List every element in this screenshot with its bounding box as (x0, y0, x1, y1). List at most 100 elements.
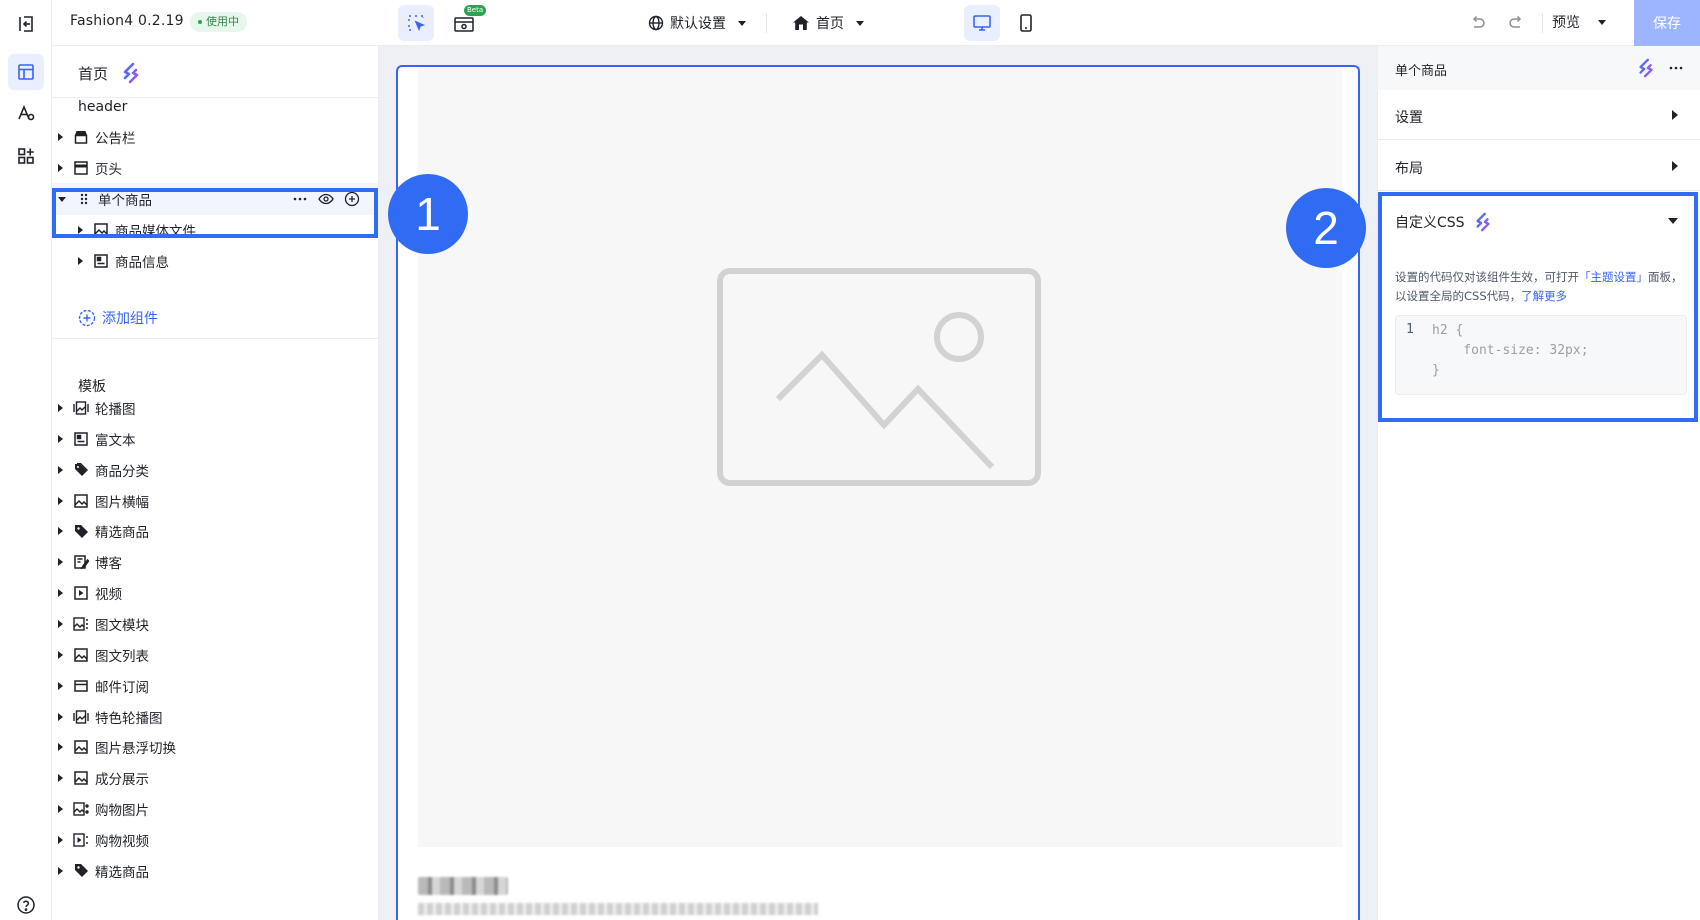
tree-item-template[interactable]: 图文列表 (52, 639, 378, 671)
tree-item-template[interactable]: 富文本 (52, 423, 378, 455)
apps-icon[interactable] (8, 138, 44, 174)
ai-sparkle-icon[interactable] (1636, 58, 1656, 78)
chevron-right-icon[interactable] (58, 434, 63, 443)
tree-item-template[interactable]: 精选商品 (52, 515, 378, 547)
chevron-right-icon[interactable] (78, 257, 83, 265)
chevron-right-icon[interactable] (58, 743, 63, 752)
preview-beta-icon[interactable]: Beta (446, 5, 487, 41)
tree-item-template[interactable]: 商品分类 (52, 454, 378, 486)
layout-icon[interactable] (8, 54, 44, 90)
header-layout-icon (73, 160, 89, 176)
custom-css-header[interactable]: 自定义CSS (1395, 212, 1493, 232)
chevron-right-icon[interactable] (58, 866, 63, 875)
tree-item-template[interactable]: 图片悬浮切换 (52, 731, 378, 763)
language-select[interactable]: 默认设置 (648, 12, 746, 34)
tree-item-template[interactable]: 图片横幅 (52, 485, 378, 517)
tree-item-template[interactable]: 邮件订阅 (52, 670, 378, 702)
tree-item-label: 页头 (95, 162, 122, 178)
tree-item-template[interactable]: 视频 (52, 577, 378, 609)
panel-header: 首页 (52, 46, 378, 98)
chevron-right-icon[interactable] (58, 496, 63, 505)
tree-item-product-media[interactable]: 商品媒体文件 (52, 214, 378, 246)
layout-section[interactable]: 布局 (1378, 141, 1700, 191)
custom-css-description: 设置的代码仅对该组件生效，可打开「主题设置」面板，以设置全局的CSS代码，了解更… (1395, 268, 1685, 306)
top-bar: Fashion4 0.2.19 使用中 Beta 默认设置 首页 预览 保存 (52, 0, 1700, 46)
theme-style-icon[interactable] (8, 95, 44, 131)
exit-icon[interactable] (8, 6, 44, 42)
chevron-right-icon[interactable] (58, 465, 63, 474)
tree-item-label: 购物图片 (95, 803, 149, 820)
page-title: 首页 (78, 65, 109, 83)
learn-more-link[interactable]: 了解更多 (1521, 289, 1567, 303)
eye-icon[interactable] (318, 191, 334, 207)
tree-item-template[interactable]: 购物图片 (52, 793, 378, 825)
preview-button[interactable]: 预览 (1552, 12, 1606, 32)
chevron-right-icon[interactable] (58, 712, 63, 721)
chevron-right-icon[interactable] (78, 226, 83, 234)
chevron-right-icon[interactable] (58, 589, 63, 598)
tree-item-template[interactable]: 轮播图 (52, 392, 378, 424)
tree-item-template[interactable]: 成分展示 (52, 762, 378, 794)
chevron-right-icon[interactable] (58, 805, 63, 814)
chevron-right-icon[interactable] (58, 164, 63, 172)
chevron-right-icon[interactable] (58, 404, 63, 412)
desktop-view-icon[interactable] (964, 5, 1000, 41)
chevron-right-icon[interactable] (58, 835, 63, 844)
tree-item-template[interactable]: 购物视频 (52, 824, 378, 856)
drag-handle-icon[interactable] (76, 191, 92, 207)
custom-css-title: 自定义CSS (1395, 215, 1465, 231)
image-icon (73, 493, 89, 509)
more-icon[interactable] (292, 191, 308, 207)
ai-sparkle-icon[interactable] (1473, 212, 1493, 232)
tree-item-label: 成分展示 (95, 772, 149, 789)
settings-section[interactable]: 设置 (1378, 90, 1700, 140)
tree-item-label: 轮播图 (95, 402, 136, 418)
chevron-right-icon[interactable] (58, 133, 63, 141)
chevron-right-icon[interactable] (58, 774, 63, 783)
undo-icon[interactable] (1460, 5, 1496, 41)
chevron-down-icon[interactable] (1668, 218, 1678, 224)
selected-section-frame[interactable] (396, 65, 1360, 920)
beta-badge: Beta (464, 5, 487, 16)
tree-item-template[interactable]: 精选商品 (52, 855, 378, 887)
tree-item-label: 富文本 (95, 432, 136, 449)
chevron-right-icon[interactable] (58, 681, 63, 690)
theme-settings-link[interactable]: 「主题设置」 (1579, 270, 1648, 284)
tree-item-header[interactable]: 页头 (52, 152, 378, 184)
tree-item-single-product[interactable]: 单个商品 (52, 183, 378, 215)
chevron-right-icon[interactable] (58, 558, 63, 567)
product-media-placeholder[interactable] (418, 69, 1342, 847)
divider (1542, 13, 1543, 33)
tags-icon (73, 462, 89, 478)
icon-rail (0, 0, 52, 920)
add-circle-icon[interactable] (344, 191, 360, 207)
theme-name: Fashion4 0.2.19 (70, 13, 184, 29)
mobile-view-icon[interactable] (1008, 5, 1044, 41)
more-icon[interactable] (1668, 60, 1684, 76)
desc-text: 设置的代码仅对该组件生效，可打开 (1395, 270, 1579, 284)
tree-item-template[interactable]: 特色轮播图 (52, 701, 378, 733)
chevron-right-icon[interactable] (58, 650, 63, 659)
line-number: 1 (1406, 322, 1414, 337)
image-icon (93, 222, 109, 238)
chevron-right-icon[interactable] (58, 619, 63, 628)
carousel-icon (73, 709, 89, 725)
add-component-label: 添加组件 (102, 311, 158, 327)
tree-item-product-info[interactable]: 商品信息 (52, 245, 378, 277)
tree-item-label: 商品信息 (115, 255, 169, 271)
select-element-icon[interactable] (398, 5, 434, 41)
ai-sparkle-icon[interactable] (120, 62, 142, 84)
css-code-editor[interactable]: 1 h2 { font-size: 32px; } (1395, 315, 1687, 395)
tree-item-announcement[interactable]: 公告栏 (52, 121, 378, 153)
help-icon[interactable] (16, 895, 36, 915)
tree-item-template[interactable]: 博客 (52, 546, 378, 578)
add-component-button[interactable]: 添加组件 (78, 308, 158, 328)
tree-item-template[interactable]: 图文模块 (52, 608, 378, 640)
mail-icon (73, 678, 89, 694)
chevron-down-icon[interactable] (58, 196, 66, 202)
chevron-right-icon[interactable] (58, 527, 63, 536)
code-line: h2 { (1432, 323, 1464, 338)
redo-icon[interactable] (1498, 5, 1534, 41)
page-select[interactable]: 首页 (792, 12, 864, 34)
save-button[interactable]: 保存 (1634, 0, 1700, 46)
